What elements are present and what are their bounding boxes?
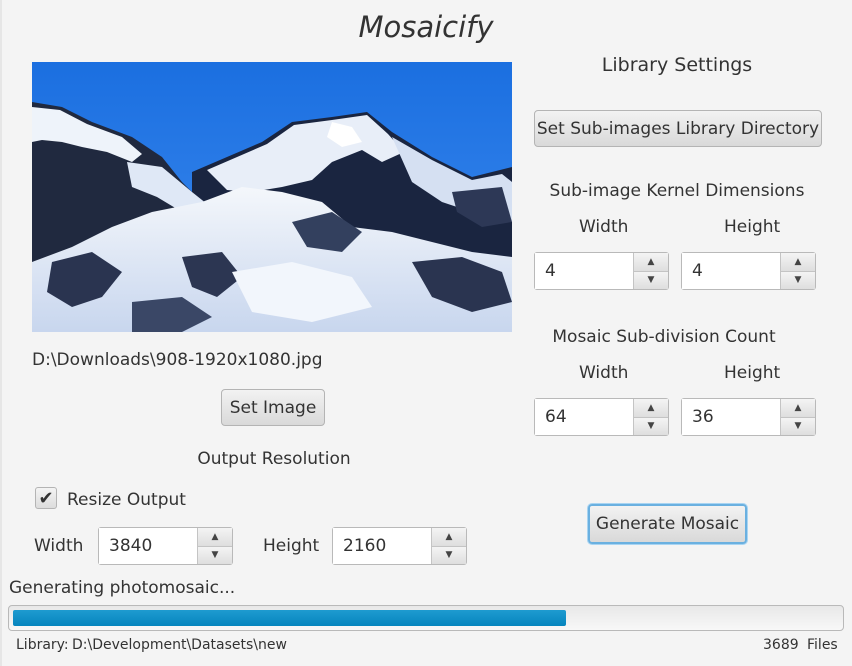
output-width-spinner[interactable]: ▲ ▼ xyxy=(98,527,233,565)
increment-arrow-icon[interactable]: ▲ xyxy=(634,253,668,272)
decrement-arrow-icon[interactable]: ▼ xyxy=(634,271,668,289)
kernel-width-spinner[interactable]: ▲ ▼ xyxy=(534,252,669,290)
check-mark-icon: ✔ xyxy=(38,487,54,509)
increment-arrow-icon[interactable]: ▲ xyxy=(781,399,815,418)
library-label: Library: xyxy=(16,637,69,653)
kernel-height-label: Height xyxy=(724,217,781,237)
kernel-width-label: Width xyxy=(579,217,629,237)
decrement-arrow-icon[interactable]: ▼ xyxy=(781,271,815,289)
decrement-arrow-icon[interactable]: ▼ xyxy=(198,546,232,564)
output-width-input[interactable] xyxy=(99,528,197,564)
set-library-directory-button[interactable]: Set Sub-images Library Directory xyxy=(534,110,822,147)
progress-status-text: Generating photomosaic... xyxy=(9,578,236,598)
output-resolution-heading: Output Resolution xyxy=(197,449,351,469)
library-settings-heading: Library Settings xyxy=(601,54,753,76)
output-width-label: Width xyxy=(34,536,84,556)
increment-arrow-icon[interactable]: ▲ xyxy=(198,528,232,547)
decrement-arrow-icon[interactable]: ▼ xyxy=(781,417,815,435)
source-image-preview xyxy=(32,62,512,332)
resize-output-checkbox[interactable]: ✔ xyxy=(35,487,57,509)
files-label: Files xyxy=(807,637,838,653)
resize-output-label: Resize Output xyxy=(67,490,186,510)
subdivision-width-spinner[interactable]: ▲ ▼ xyxy=(534,398,669,436)
output-height-spinner[interactable]: ▲ ▼ xyxy=(332,527,467,565)
progress-bar-fill xyxy=(13,610,566,626)
kernel-height-spinner[interactable]: ▲ ▼ xyxy=(681,252,816,290)
subdivision-height-input[interactable] xyxy=(682,399,780,435)
subdivision-height-spinner[interactable]: ▲ ▼ xyxy=(681,398,816,436)
progress-bar xyxy=(8,605,844,631)
output-height-input[interactable] xyxy=(333,528,431,564)
generate-mosaic-button[interactable]: Generate Mosaic xyxy=(588,504,747,544)
kernel-dimensions-heading: Sub-image Kernel Dimensions xyxy=(549,181,805,201)
subdivision-width-label: Width xyxy=(579,363,629,383)
set-image-button[interactable]: Set Image xyxy=(221,389,325,426)
subdivision-count-heading: Mosaic Sub-division Count xyxy=(552,327,776,347)
source-file-path: D:\Downloads\908-1920x1080.jpg xyxy=(32,350,323,370)
increment-arrow-icon[interactable]: ▲ xyxy=(634,399,668,418)
kernel-width-input[interactable] xyxy=(535,253,633,289)
decrement-arrow-icon[interactable]: ▼ xyxy=(634,417,668,435)
increment-arrow-icon[interactable]: ▲ xyxy=(432,528,466,547)
output-height-label: Height xyxy=(263,536,320,556)
file-count: 3689 xyxy=(763,637,799,653)
kernel-height-input[interactable] xyxy=(682,253,780,289)
increment-arrow-icon[interactable]: ▲ xyxy=(781,253,815,272)
subdivision-width-input[interactable] xyxy=(535,399,633,435)
library-path: D:\Development\Datasets\new xyxy=(72,637,287,653)
app-title: Mosaicify xyxy=(358,10,494,44)
decrement-arrow-icon[interactable]: ▼ xyxy=(432,546,466,564)
window-edge xyxy=(0,0,2,666)
subdivision-height-label: Height xyxy=(724,363,781,383)
